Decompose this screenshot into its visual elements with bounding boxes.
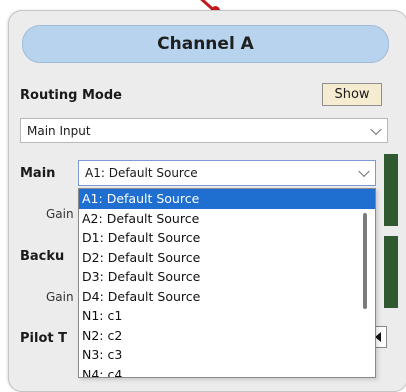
source-dropdown-list[interactable]: A1: Default Source A2: Default Source D1… (78, 188, 376, 378)
main-source-select[interactable]: A1: Default Source (78, 160, 376, 186)
routing-mode-select[interactable]: Main Input (20, 118, 388, 143)
dropdown-option[interactable]: A2: Default Source (79, 209, 375, 229)
dropdown-option[interactable]: N3: c3 (79, 345, 375, 365)
main-label: Main (20, 166, 56, 181)
main-source-value: A1: Default Source (85, 166, 198, 180)
main-level-meter (384, 154, 398, 226)
dropdown-option[interactable]: D3: Default Source (79, 267, 375, 287)
backup-gain-label: Gain (46, 290, 74, 304)
backup-label: Backu (20, 249, 65, 264)
dropdown-option[interactable]: N4: c4 (79, 365, 375, 378)
show-button[interactable]: Show (322, 83, 382, 106)
dropdown-option[interactable]: N2: c2 (79, 326, 375, 346)
dropdown-option[interactable]: N1: c1 (79, 306, 375, 326)
pilot-label: Pilot T (20, 331, 67, 346)
dropdown-option[interactable]: A1: Default Source (79, 189, 375, 209)
backup-level-meter (384, 236, 398, 308)
channel-title: Channel A (22, 25, 389, 63)
chevron-down-icon[interactable] (358, 165, 370, 178)
routing-mode-value: Main Input (27, 123, 91, 138)
chevron-down-icon[interactable] (370, 123, 382, 135)
dropdown-option[interactable]: D4: Default Source (79, 287, 375, 307)
dropdown-option[interactable]: D2: Default Source (79, 248, 375, 268)
dropdown-option[interactable]: D1: Default Source (79, 228, 375, 248)
routing-mode-label: Routing Mode (20, 88, 122, 103)
dropdown-scrollbar[interactable] (363, 213, 367, 309)
main-gain-label: Gain (46, 207, 74, 221)
